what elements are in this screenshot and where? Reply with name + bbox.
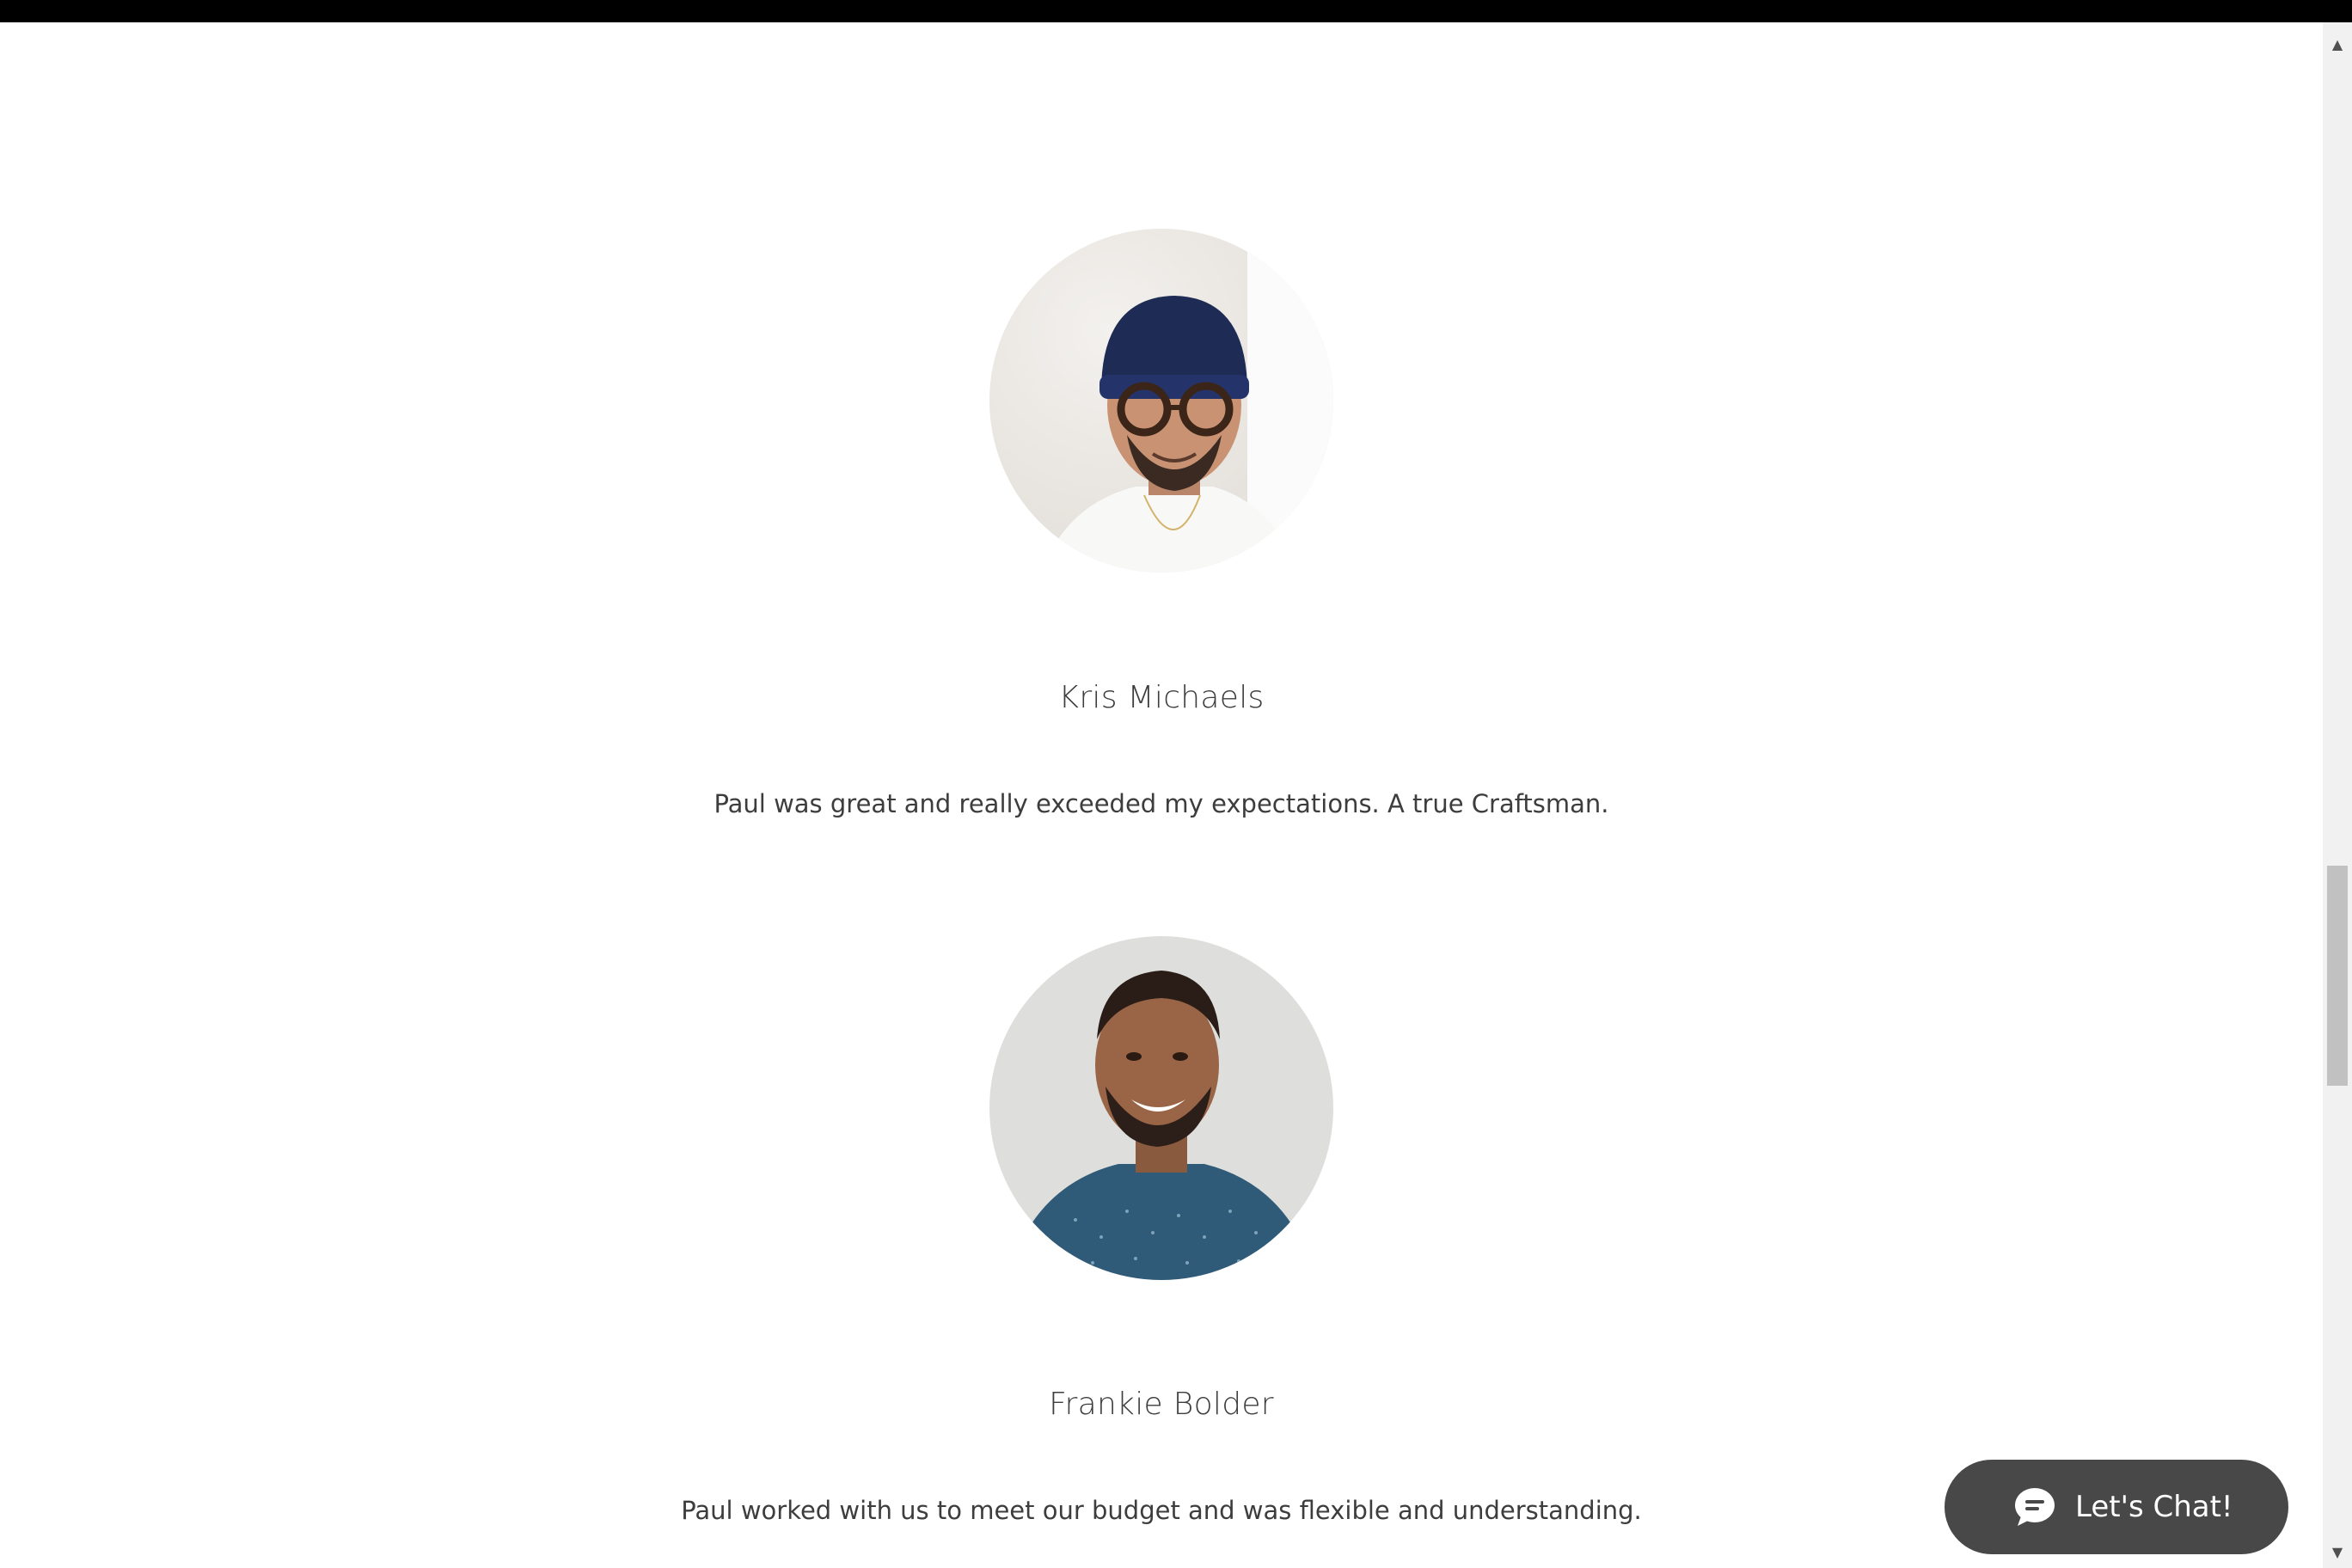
testimonial-name: Frankie Bolder (1049, 1387, 1274, 1422)
top-bar (0, 0, 2352, 22)
vertical-scrollbar[interactable]: ▲ ▼ (2323, 22, 2352, 1568)
avatar-frankie-bolder (989, 936, 1333, 1280)
testimonial-name: Kris Michaels (1058, 680, 1265, 715)
chat-bubble-icon (2010, 1484, 2060, 1530)
lets-chat-button[interactable]: Let's Chat! (1945, 1460, 2288, 1554)
scrollbar-thumb[interactable] (2327, 866, 2348, 1086)
testimonials-section: Kris Michaels Paul was great and really … (0, 22, 2323, 1568)
lets-chat-label: Let's Chat! (2075, 1490, 2233, 1524)
testimonial-quote: Paul was great and really exceeded my ex… (714, 789, 1609, 818)
scroll-up-arrow-icon[interactable]: ▲ (2323, 31, 2352, 57)
scroll-down-arrow-icon[interactable]: ▼ (2323, 1539, 2352, 1565)
avatar-kris-michaels (989, 229, 1333, 573)
